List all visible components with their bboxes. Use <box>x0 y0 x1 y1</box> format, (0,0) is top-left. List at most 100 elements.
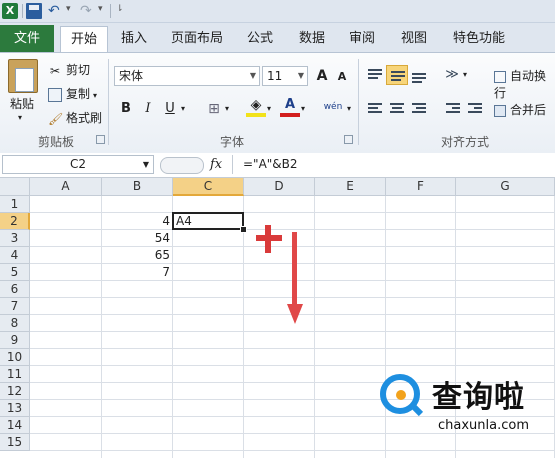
tab-data[interactable]: 数据 <box>292 26 332 51</box>
row-header-9[interactable]: 9 <box>0 332 30 349</box>
gridline <box>314 196 315 458</box>
tab-view[interactable]: 视图 <box>394 26 434 51</box>
font-color-dropdown-icon[interactable]: ▾ <box>298 99 308 119</box>
gridline <box>30 348 555 349</box>
bold-button[interactable]: B <box>116 99 136 119</box>
wrap-text-button[interactable]: 自动换行 <box>494 67 555 101</box>
underline-button[interactable]: U <box>160 99 180 119</box>
align-left-button[interactable] <box>364 99 386 119</box>
undo-icon[interactable]: ↶ <box>48 3 64 19</box>
row-header-14[interactable]: 14 <box>0 417 30 434</box>
fill-handle[interactable] <box>240 226 247 233</box>
copy-dropdown-icon[interactable]: ▾ <box>93 91 97 100</box>
row-header-15[interactable]: 15 <box>0 434 30 451</box>
merge-center-button[interactable]: 合并后 <box>494 101 546 118</box>
row-header-4[interactable]: 4 <box>0 247 30 264</box>
row-header-5[interactable]: 5 <box>0 264 30 281</box>
align-middle-button[interactable] <box>386 65 408 85</box>
redo-dropdown-icon[interactable]: ▾ <box>98 4 103 14</box>
shrink-font-button[interactable]: A <box>332 67 352 87</box>
phonetic-guide-button[interactable]: wén <box>320 97 346 117</box>
quick-access-toolbar: X ↶ ▾ ↷ ▾ ⇂ <box>0 0 555 23</box>
fill-color-icon[interactable]: ◈ <box>246 97 266 117</box>
fill-color-dropdown-icon[interactable]: ▾ <box>264 99 274 119</box>
tab-insert[interactable]: 插入 <box>114 26 154 51</box>
row-header-6[interactable]: 6 <box>0 281 30 298</box>
row-header-7[interactable]: 7 <box>0 298 30 315</box>
cell-b5[interactable]: 7 <box>102 264 173 281</box>
row-header-8[interactable]: 8 <box>0 315 30 332</box>
column-header-b[interactable]: B <box>102 178 173 196</box>
cell-b2[interactable]: 4 <box>102 213 173 230</box>
row-header-12[interactable]: 12 <box>0 383 30 400</box>
format-painter-button[interactable]: 🖌 格式刷 <box>48 109 102 126</box>
name-box[interactable]: C2 ▼ <box>2 155 154 174</box>
grow-font-button[interactable]: A <box>312 66 332 86</box>
chevron-down-icon: ▼ <box>297 71 304 80</box>
row-header-10[interactable]: 10 <box>0 349 30 366</box>
underline-dropdown-icon[interactable]: ▾ <box>178 99 188 119</box>
active-cell-border <box>172 212 244 230</box>
row-header-11[interactable]: 11 <box>0 366 30 383</box>
font-name-select[interactable]: 宋体 ▼ <box>114 66 260 86</box>
row-header-1[interactable]: 1 <box>0 196 30 213</box>
tab-formulas[interactable]: 公式 <box>240 26 280 51</box>
paste-icon[interactable] <box>8 59 38 93</box>
align-center-button[interactable] <box>386 99 408 119</box>
font-group-label: 字体 <box>219 135 244 149</box>
group-divider <box>108 59 109 145</box>
tab-home[interactable]: 开始 <box>60 26 108 53</box>
column-header-d[interactable]: D <box>244 178 315 196</box>
tab-page-layout[interactable]: 页面布局 <box>166 26 228 51</box>
column-header-c[interactable]: C <box>173 178 244 196</box>
customize-toolbar-icon[interactable]: ⇂ <box>116 4 124 14</box>
font-launcher-icon[interactable] <box>344 135 353 144</box>
merge-cells-icon <box>494 104 506 117</box>
increase-indent-button[interactable] <box>464 99 486 119</box>
row-header-2[interactable]: 2 <box>0 213 30 230</box>
paste-button[interactable]: 粘贴 <box>10 95 34 112</box>
tab-file[interactable]: 文件 <box>0 25 54 52</box>
formula-bar-resize-handle[interactable] <box>160 157 204 174</box>
paste-dropdown-icon[interactable]: ▾ <box>18 113 22 122</box>
orientation-icon[interactable]: ≫ <box>442 65 462 85</box>
align-right-button[interactable] <box>408 99 430 119</box>
align-bottom-button[interactable] <box>408 65 430 85</box>
cell-b3[interactable]: 54 <box>102 230 173 247</box>
insert-function-icon[interactable]: fx <box>210 157 222 172</box>
column-header-e[interactable]: E <box>315 178 386 196</box>
font-size-select[interactable]: 11 ▼ <box>262 66 308 86</box>
row-header-13[interactable]: 13 <box>0 400 30 417</box>
cut-label: 剪切 <box>66 63 91 77</box>
fill-handle-cursor-icon <box>265 225 271 253</box>
borders-icon[interactable]: ⊞ <box>204 99 224 119</box>
redo-icon[interactable]: ↷ <box>80 3 96 19</box>
borders-dropdown-icon[interactable]: ▾ <box>222 99 232 119</box>
decrease-indent-button[interactable] <box>442 99 464 119</box>
formula-input[interactable]: ="A"&B2 <box>232 155 555 174</box>
tab-special-features[interactable]: 特色功能 <box>446 26 512 51</box>
cut-button[interactable]: ✂ 剪切 <box>48 61 90 78</box>
merge-center-label: 合并后 <box>510 103 547 117</box>
font-color-button[interactable]: A <box>280 97 300 117</box>
cell-b4[interactable]: 65 <box>102 247 173 264</box>
formula-bar: C2 ▼ fx ="A"&B2 <box>0 153 555 178</box>
row-header-3[interactable]: 3 <box>0 230 30 247</box>
wrap-text-icon <box>494 70 506 83</box>
clipboard-launcher-icon[interactable] <box>96 135 105 144</box>
copy-icon <box>48 87 62 102</box>
align-top-button[interactable] <box>364 65 386 85</box>
column-header-f[interactable]: F <box>386 178 456 196</box>
phonetic-dropdown-icon[interactable]: ▾ <box>344 99 354 119</box>
select-all-corner[interactable] <box>0 178 30 196</box>
undo-dropdown-icon[interactable]: ▾ <box>66 4 71 14</box>
orientation-dropdown-icon[interactable]: ▾ <box>460 65 470 85</box>
watermark-logo: 查询啦 chaxunla.com <box>380 370 555 440</box>
alignment-group-label: 对齐方式 <box>440 135 489 149</box>
copy-button[interactable]: 复制 ▾ <box>48 85 97 102</box>
column-header-a[interactable]: A <box>30 178 102 196</box>
tab-review[interactable]: 审阅 <box>342 26 382 51</box>
italic-button[interactable]: I <box>138 99 158 119</box>
column-header-g[interactable]: G <box>456 178 555 196</box>
save-icon[interactable] <box>26 3 42 19</box>
